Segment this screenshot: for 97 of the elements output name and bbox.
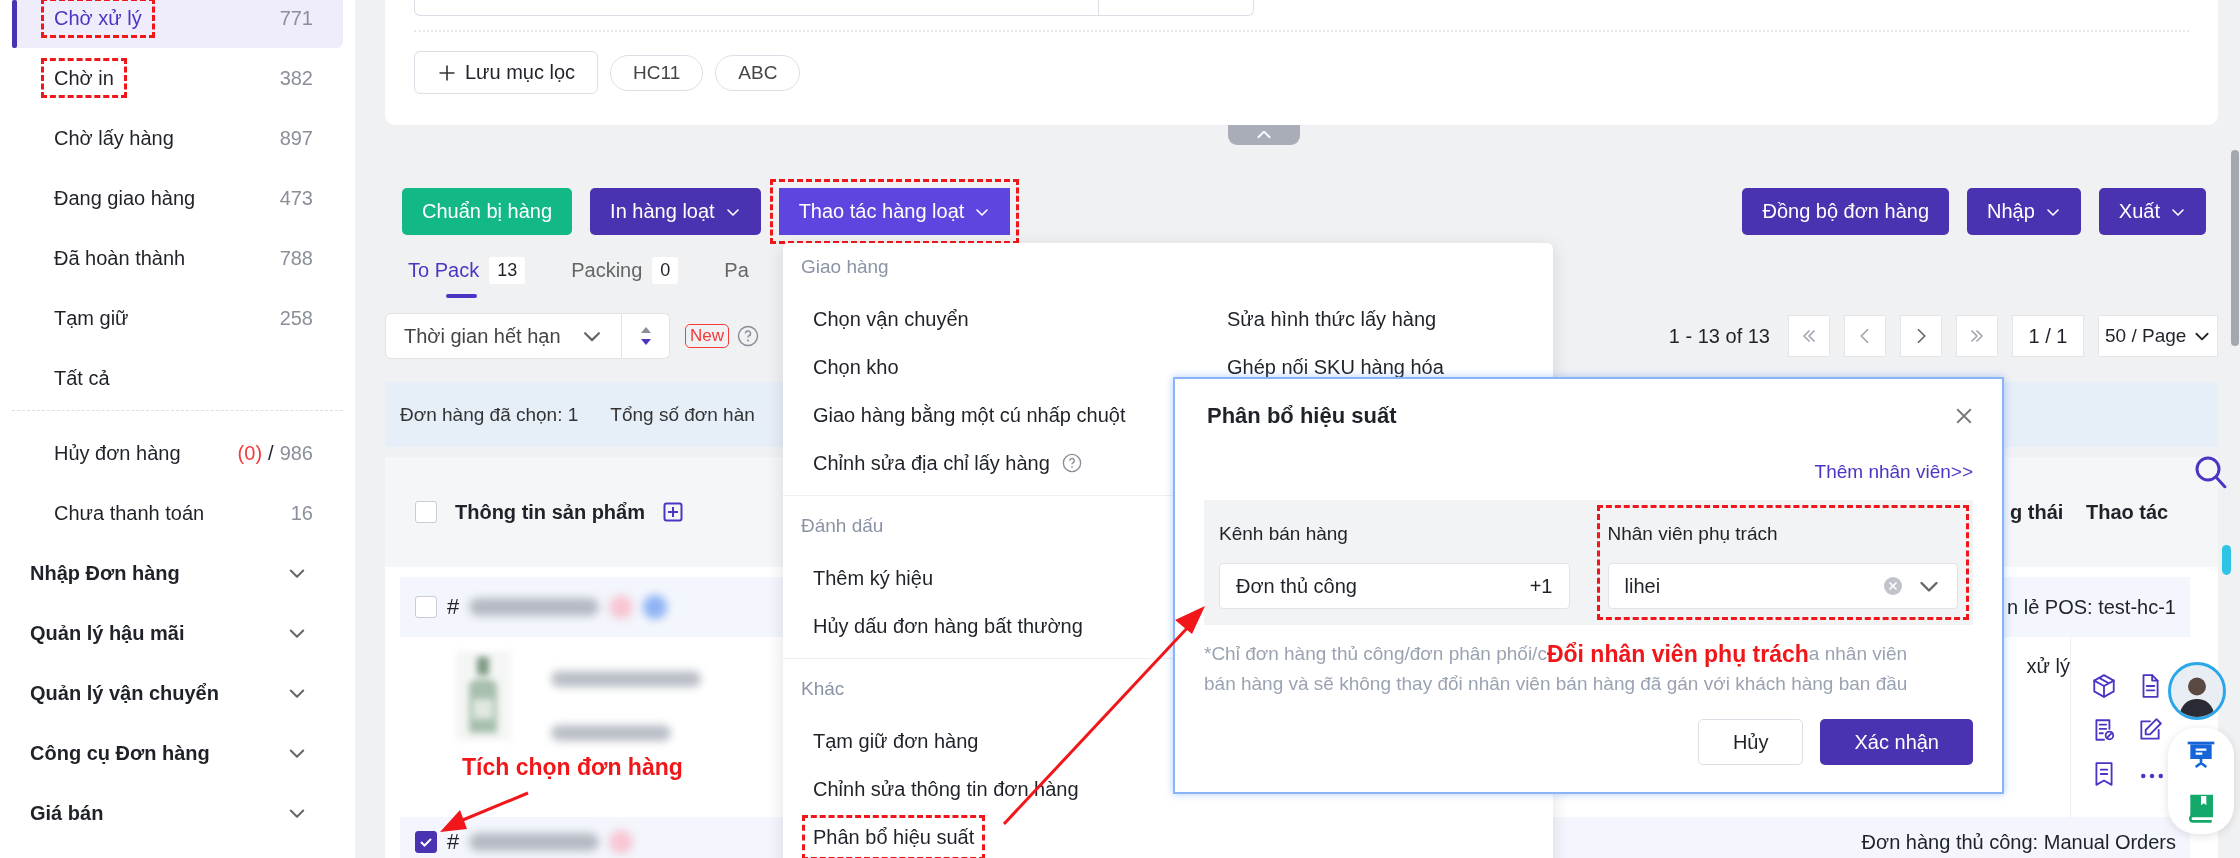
- sidebar-item[interactable]: Chưa thanh toán 16: [12, 483, 343, 543]
- column-header: Thao tác: [2086, 500, 2170, 524]
- order-status: xử lý: [2025, 654, 2070, 679]
- column-header: Thông tin sản phẩm: [455, 500, 645, 524]
- sidebar-item[interactable]: Đang giao hàng 473: [12, 168, 343, 228]
- note-text: a nhân viên: [1808, 642, 1908, 666]
- sales-channel: n lẻ POS: test-hc-1: [2007, 595, 2177, 619]
- tab[interactable]: Packing 0: [571, 256, 679, 284]
- last-page-button[interactable]: [1956, 315, 1998, 357]
- confirm-button[interactable]: Xác nhận: [1820, 719, 1973, 765]
- clear-icon[interactable]: [1883, 576, 1903, 596]
- sidebar-group[interactable]: Giá bán: [12, 783, 343, 843]
- box-icon[interactable]: [2091, 673, 2117, 699]
- item-count: 771: [279, 6, 313, 30]
- item-label: Đã hoàn thành: [54, 246, 186, 269]
- item-count: 16: [290, 501, 313, 525]
- row-checkbox[interactable]: [415, 831, 437, 853]
- sidebar-item[interactable]: Chờ lấy hàng 897: [12, 108, 343, 168]
- saved-filter-chip[interactable]: ABC: [715, 54, 801, 91]
- help-icon[interactable]: [737, 325, 759, 347]
- dropdown-button[interactable]: Nhập: [1967, 188, 2081, 235]
- next-page-button[interactable]: [1900, 315, 1942, 357]
- note-text: *Chỉ đơn hàng thủ công/đơn phân phối/c: [1204, 643, 1547, 666]
- item-label: Chưa thanh toán: [54, 501, 205, 524]
- sidebar-item[interactable]: Tạm giữ 258: [12, 288, 343, 348]
- note-text: bán hàng và sẽ không thay đổi nhân viên bán hàng đã gán với khách hàng ban đầu: [1204, 672, 1908, 696]
- add-staff-link[interactable]: Thêm nhân viên>>: [1814, 461, 1973, 483]
- result-range: 1 - 13 of 13: [1668, 324, 1770, 348]
- edit-icon[interactable]: [2137, 717, 2163, 743]
- filter-field[interactable]: [414, 0, 1254, 16]
- dropdown-button[interactable]: Thao tác hàng loạt: [769, 179, 1020, 244]
- select-all-checkbox[interactable]: [415, 501, 437, 523]
- sidebar-group[interactable]: Quản lý hậu mãi: [12, 603, 343, 663]
- dropdown-button[interactable]: In hàng loạt: [590, 188, 761, 235]
- check-icon: [419, 835, 433, 849]
- sidebar-item[interactable]: Đã hoàn thành 788: [12, 228, 343, 288]
- action-button[interactable]: Đồng bộ đơn hàng: [1742, 188, 1950, 235]
- item-label: Chờ xử lý: [41, 0, 155, 38]
- selection-info: Đơn hàng đã chọn: 1: [400, 403, 579, 426]
- collapse-handle[interactable]: [1228, 125, 1300, 145]
- dropdown-button[interactable]: Xuất: [2098, 188, 2206, 235]
- item-label: Hủy đơn hàng: [54, 441, 181, 464]
- sort-field-select[interactable]: Thời gian hết hạn: [385, 313, 622, 359]
- field-label: Nhân viên phụ trách: [1607, 522, 1779, 546]
- tab[interactable]: Pa: [724, 258, 749, 282]
- order-hash: #: [447, 594, 460, 620]
- dialog-title: Phân bổ hiệu suất: [1206, 403, 1397, 429]
- item-count: 473: [279, 186, 313, 210]
- order-hash: #: [447, 829, 460, 855]
- sidebar-item[interactable]: Hủy đơn hàng (0) / 986: [12, 423, 343, 483]
- count-separator: /: [268, 441, 274, 465]
- search-icon[interactable]: [2194, 455, 2228, 491]
- field-label: Kênh bán hàng: [1219, 522, 1349, 546]
- item-count: 258: [279, 306, 313, 330]
- item-count: 986: [279, 441, 313, 465]
- menu-section-title: Khác: [801, 677, 845, 701]
- select-field[interactable]: Đơn thủ công +1: [1219, 563, 1570, 609]
- help-icon: [1061, 453, 1082, 473]
- saved-filter-chip[interactable]: HC11: [610, 54, 704, 91]
- menu-item[interactable]: Sửa hình thức lấy hàng: [1197, 295, 1553, 343]
- page-input[interactable]: 1 / 1: [2012, 315, 2084, 357]
- select-field[interactable]: lihei: [1607, 563, 1958, 609]
- item-label: Tất cả: [54, 366, 110, 389]
- item-label: Tạm giữ: [54, 306, 129, 329]
- item-label: Chờ in: [41, 57, 127, 98]
- tab-count: 0: [652, 256, 679, 284]
- sidebar-item[interactable]: Chờ xử lý 771: [12, 0, 343, 48]
- menu-item[interactable]: Chọn kho: [783, 343, 1197, 391]
- sidebar-item[interactable]: Tất cả: [12, 348, 343, 408]
- add-column-icon[interactable]: [663, 502, 683, 522]
- save-filter-button[interactable]: Lưu mục lọc: [414, 51, 599, 94]
- item-count: 788: [279, 246, 313, 270]
- sidebar-group[interactable]: Công cụ Đơn hàng: [12, 723, 343, 783]
- menu-item[interactable]: Chọn vận chuyển: [783, 295, 1197, 343]
- sidebar-item[interactable]: Chờ in 382: [12, 48, 343, 108]
- sort-order-button[interactable]: [622, 313, 670, 359]
- column-header: g thái: [2010, 500, 2065, 524]
- menu-section-title: Giao hàng: [801, 255, 889, 279]
- cancel-button[interactable]: Hủy: [1697, 719, 1804, 765]
- scrollbar[interactable]: [2231, 150, 2239, 346]
- item-label: Chờ lấy hàng: [54, 126, 174, 149]
- sidebar-group[interactable]: Nhập Đơn hàng: [12, 543, 343, 603]
- menu-item[interactable]: Phân bổ hiệu suất: [783, 813, 1197, 858]
- selection-info: Tổng số đơn hàn: [610, 403, 755, 426]
- callout-label: Đổi nhân viên phụ trách: [1546, 639, 1809, 669]
- sales-channel: Đơn hàng thủ công: Manual Orders: [1861, 830, 2177, 854]
- menu-section-title: Đánh dấu: [801, 514, 884, 538]
- first-page-button[interactable]: [1788, 315, 1830, 357]
- item-count: 382: [279, 66, 313, 90]
- new-badge: New: [685, 324, 729, 348]
- page-size-select[interactable]: 50 / Page: [2098, 315, 2218, 357]
- item-label: Đang giao hàng: [54, 186, 196, 209]
- item-count: 897: [279, 126, 313, 150]
- cancel-count: (0): [237, 441, 263, 465]
- sidebar-group[interactable]: Quản lý vận chuyển: [12, 663, 343, 723]
- close-icon[interactable]: [1955, 407, 1973, 425]
- tab-count: 13: [489, 256, 526, 284]
